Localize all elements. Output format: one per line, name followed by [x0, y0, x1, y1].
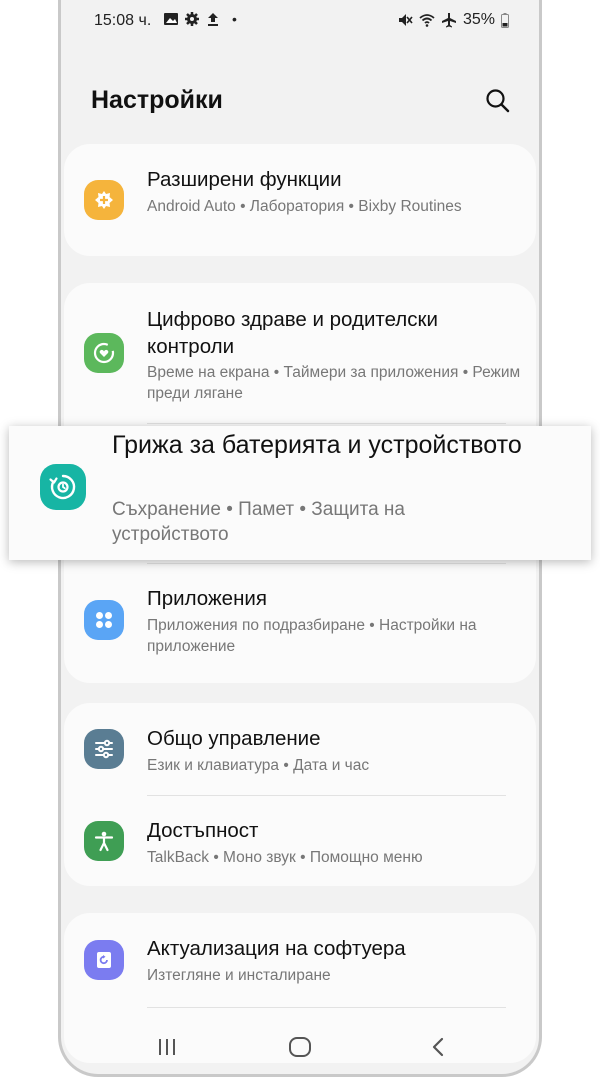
item-title: Приложения: [147, 587, 267, 610]
item-subtitle: Приложения по подразбиране • Настройки н…: [147, 617, 477, 655]
settings-item-digital-wellbeing[interactable]: Цифрово здраве и родителски контроли Вре…: [64, 283, 536, 423]
upload-icon: [208, 13, 218, 26]
item-title: Разширени функции: [147, 168, 342, 191]
item-title: Достъпност: [147, 819, 259, 842]
settings-item-advanced-features[interactable]: Разширени функции Android Auto • Лаборат…: [64, 144, 536, 256]
search-button[interactable]: [483, 86, 513, 116]
mute-icon: [398, 14, 413, 26]
item-subtitle: Език и клавиатура • Дата и час: [147, 757, 370, 774]
item-subtitle: Време на екрана • Таймери за приложения …: [147, 364, 521, 402]
item-subtitle: Изтегляне и инсталиране: [147, 967, 331, 984]
item-subtitle: Съхранение • Памет • Защита на устройств…: [112, 499, 405, 545]
home-button[interactable]: [285, 1034, 315, 1060]
back-icon: [432, 1037, 444, 1057]
item-subtitle: Android Auto • Лаборатория • Bixby Routi…: [147, 198, 462, 215]
status-bar: 15:08 ч. • 35%: [61, 8, 539, 36]
item-title: Актуализация на софтуера: [147, 937, 406, 960]
recents-button[interactable]: [152, 1034, 182, 1060]
battery-percent: 35%: [462, 11, 495, 28]
digital-wellbeing-icon: [84, 333, 124, 373]
device-care-icon: [40, 464, 86, 510]
settings-item-apps[interactable]: Приложения Приложения по подразбиране • …: [64, 563, 536, 683]
advanced-features-icon: [84, 180, 124, 220]
search-icon: [486, 89, 510, 113]
gear-icon: [185, 12, 199, 26]
recents-icon: [159, 1039, 175, 1055]
item-title: Общо управление: [147, 727, 321, 750]
status-time: 15:08 ч.: [94, 12, 152, 29]
divider: [147, 1007, 506, 1008]
image-icon: [164, 13, 178, 25]
back-button[interactable]: [423, 1034, 453, 1060]
settings-card-general: Общо управление Език и клавиатура • Дата…: [64, 703, 536, 886]
settings-item-software-update[interactable]: Актуализация на софтуера Изтегляне и инс…: [64, 913, 536, 1007]
item-title: Грижа за батерията и устройството: [112, 431, 522, 459]
settings-item-general-management[interactable]: Общо управление Език и клавиатура • Дата…: [64, 703, 536, 795]
general-management-icon: [84, 729, 124, 769]
header: Настройки: [61, 80, 539, 124]
navigation-bar: [61, 1026, 539, 1070]
accessibility-icon: [84, 821, 124, 861]
settings-item-battery-device-care[interactable]: Грижа за батерията и устройството Съхран…: [9, 426, 591, 560]
settings-card-advanced: Разширени функции Android Auto • Лаборат…: [64, 144, 536, 256]
item-title: Цифрово здраве и родителски контроли: [147, 308, 438, 358]
settings-item-accessibility[interactable]: Достъпност TalkBack • Моно звук • Помощн…: [64, 795, 536, 886]
airplane-icon: [441, 13, 456, 28]
battery-icon: [501, 12, 509, 28]
page-title: Настройки: [91, 86, 223, 114]
divider: [147, 423, 506, 424]
item-subtitle: TalkBack • Моно звук • Помощно меню: [147, 849, 423, 866]
apps-icon: [84, 600, 124, 640]
wifi-icon: [419, 14, 435, 27]
home-icon: [289, 1037, 311, 1057]
software-update-icon: [84, 940, 124, 980]
notification-dot: •: [232, 11, 237, 27]
